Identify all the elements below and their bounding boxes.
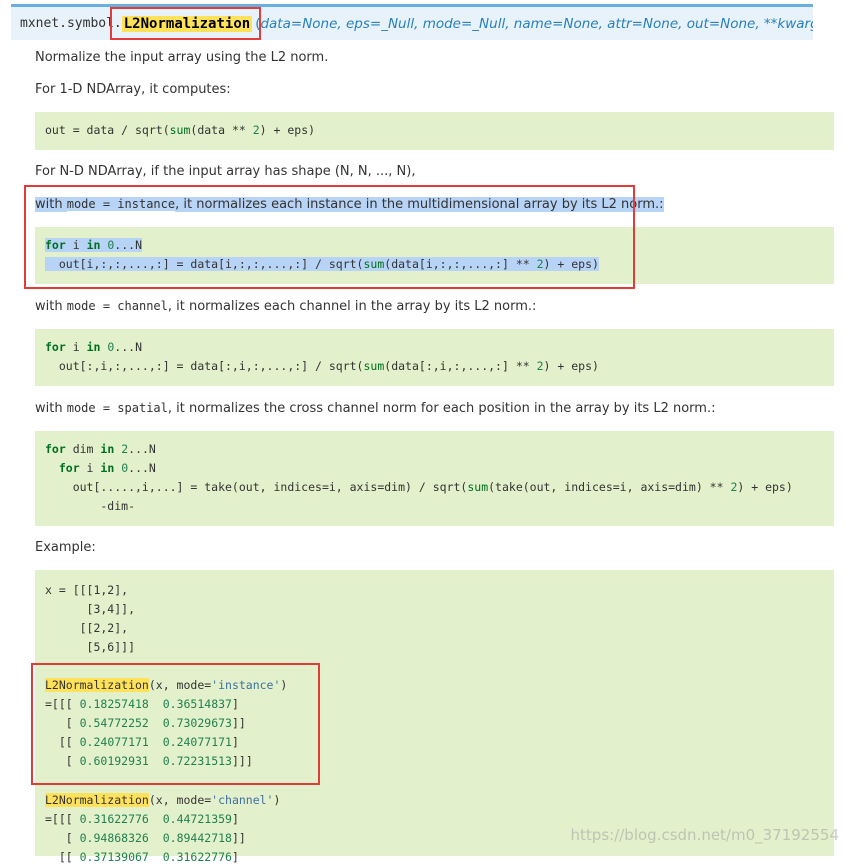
code-line: for i in 0...N (45, 340, 142, 354)
code-line: [ 0.54772252 0.73029673]] (45, 716, 246, 730)
code-line: -dim- (45, 499, 136, 513)
n-d-text: For N-D NDArray, if the input array has … (35, 164, 416, 179)
code-line: [3,4]], (45, 602, 136, 616)
intro-text: Normalize the input array using the L2 n… (35, 50, 329, 65)
code-line: out = data / sqrt(sum(data ** 2) + eps) (45, 123, 316, 137)
instance-text: with mode = instance, it normalizes each… (35, 197, 664, 212)
code-line: [5,6]]] (45, 640, 136, 654)
code-line: for dim in 2...N (45, 442, 156, 456)
code-line: out[.....,i,...] = take(out, indices=i, … (45, 480, 793, 494)
code-line: for i in 0...N (45, 238, 142, 252)
code-block-instance: for i in 0...N out[i,:,:,...,:] = data[i… (35, 227, 834, 284)
spatial-mode-code: mode = spatial (66, 401, 168, 415)
code-line: for i in 0...N (45, 461, 156, 475)
code-line: =[[[ 0.31622776 0.44721359] (45, 812, 239, 826)
function-signature: mxnet.symbol. L2Normalization (data=None… (11, 4, 813, 40)
code-line: [ 0.94868326 0.89442718]] (45, 831, 246, 845)
code-line: out[i,:,:,...,:] = data[i,:,:,...,:] / s… (45, 257, 599, 271)
code-line-instance-call: L2Normalization(x, mode='instance') (45, 678, 288, 692)
instance-mode-code: mode = instance (66, 197, 176, 211)
code-block-1d: out = data / sqrt(sum(data ** 2) + eps) (35, 112, 834, 150)
example-label: Example: (35, 540, 96, 555)
channel-mode-code: mode = channel (66, 299, 168, 313)
code-line: [[ 0.24077171 0.24077171] (45, 735, 239, 749)
watermark: https://blog.csdn.net/m0_37192554 (570, 826, 839, 844)
one-d-text: For 1-D NDArray, it computes: (35, 82, 231, 97)
code-block-example: x = [[[1,2], [3,4]], [[2,2], [5,6]]] L2N… (35, 570, 834, 864)
params-text: data=None, eps=_Null, mode=_Null, name=N… (260, 15, 813, 32)
code-block-channel: for i in 0...N out[:,i,:,...,:] = data[:… (35, 329, 834, 386)
code-line: [ 0.60192931 0.72231513]]] (45, 754, 253, 768)
channel-text: with mode = channel, it normalizes each … (35, 299, 537, 314)
code-block-spatial: for dim in 2...N for i in 0...N out[....… (35, 431, 834, 526)
function-params: (data=None, eps=_Null, mode=_Null, name=… (255, 16, 813, 32)
code-line: =[[[ 0.18257418 0.36514837] (45, 697, 239, 711)
code-line: x = [[[1,2], (45, 583, 129, 597)
code-line: out[:,i,:,...,:] = data[:,i,:,...,:] / s… (45, 359, 599, 373)
spatial-text: with mode = spatial, it normalizes the c… (35, 401, 716, 416)
code-line-partial: [[ 0.37139067 0.31622776] (45, 850, 239, 864)
function-name[interactable]: L2Normalization (121, 15, 253, 32)
code-line-channel-call: L2Normalization(x, mode='channel') (45, 793, 281, 807)
code-line: [[2,2], (45, 621, 129, 635)
module-prefix: mxnet.symbol. (20, 16, 122, 31)
